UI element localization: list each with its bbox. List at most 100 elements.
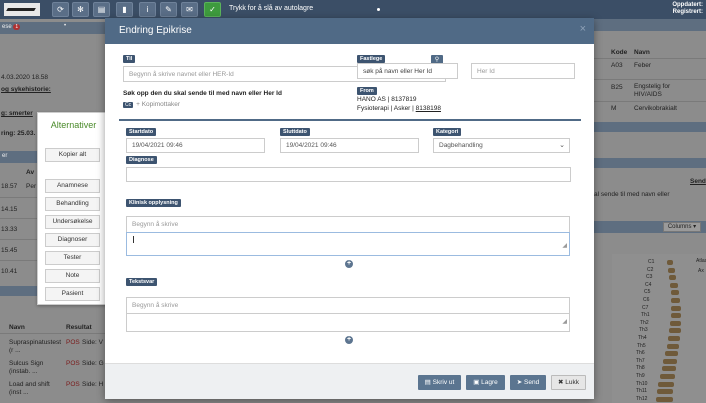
vertebra[interactable]: [663, 358, 678, 364]
mail-icon[interactable]: ✉: [181, 2, 198, 17]
autosave-toggle-label[interactable]: Trykk for å slå av autolagre: [229, 5, 313, 12]
from-line2: Fysioterapi | Asker | 8138198: [357, 105, 441, 112]
vertebra[interactable]: [659, 374, 675, 379]
alt-pasient-button[interactable]: Pasient: [45, 287, 100, 301]
resize-handle-icon[interactable]: ◢: [562, 239, 567, 254]
cc-row: Cc + Kopimottaker: [123, 101, 180, 108]
vertebra[interactable]: [657, 389, 674, 395]
vertebra[interactable]: [656, 396, 673, 402]
save-button[interactable]: ▣ Lagre: [466, 375, 505, 390]
bg-divider: [0, 333, 105, 334]
add-tekstsvar-icon[interactable]: +: [345, 336, 353, 344]
from-label: From: [357, 87, 377, 95]
alt-behandling-button[interactable]: Behandling: [45, 197, 100, 211]
spine-label: Th7: [636, 357, 645, 364]
updated-label: Oppdatert:: [672, 2, 703, 8]
vertebra[interactable]: [668, 336, 681, 341]
diag-name: Feber: [634, 62, 651, 69]
spine-label: Th1: [641, 312, 650, 319]
vertebra[interactable]: [664, 351, 679, 357]
bg-row-time: 13.33: [1, 226, 18, 233]
startdato-input[interactable]: 19/04/2021 09:46: [126, 138, 265, 153]
diagnose-input[interactable]: [126, 167, 571, 182]
bg-history-link[interactable]: og sykehistorie:: [1, 86, 51, 93]
print-button[interactable]: ▤ Skriv ut: [418, 375, 461, 390]
vertebra[interactable]: [658, 381, 674, 387]
alt-diagnoser-button[interactable]: Diagnoser: [45, 233, 100, 247]
right-sub-header: [594, 122, 706, 132]
diag-col-name: Navn: [634, 49, 650, 56]
close-x-icon: ✖: [558, 379, 564, 386]
document-icon[interactable]: ▮: [116, 2, 133, 17]
klinisk-label: Klinisk opplysning: [126, 199, 181, 207]
search-hint: Søk opp den du skal sende til med navn e…: [123, 90, 282, 97]
spine-right-label: Atlas: [696, 258, 706, 264]
alt-undersokelse-button[interactable]: Undersøkelse: [45, 215, 100, 229]
send-button-label: Send: [524, 379, 540, 386]
close-icon[interactable]: ×: [580, 23, 586, 35]
klinisk-search-input[interactable]: Begynn å skrive: [126, 216, 570, 233]
send-label[interactable]: Send: [690, 178, 706, 185]
send-button[interactable]: ➤ Send: [510, 375, 546, 390]
from-her-link[interactable]: 8138198: [416, 105, 441, 112]
refresh-icon[interactable]: ⟳: [52, 2, 69, 17]
test-name: Sulcus Sign (instab. ...: [9, 360, 44, 375]
send-header: [594, 158, 706, 168]
add-cc-link[interactable]: + Kopimottaker: [136, 101, 180, 108]
close-button[interactable]: ✖ Lukk: [551, 375, 586, 390]
add-klinisk-icon[interactable]: +: [345, 260, 353, 268]
klinisk-textarea[interactable]: ◢: [126, 232, 570, 256]
spine-label: C5: [644, 289, 651, 296]
diag-name: Cervikobrakialt: [634, 105, 677, 112]
edit-icon[interactable]: ✎: [160, 2, 177, 17]
close-button-label: Lukk: [565, 379, 579, 386]
vertebra[interactable]: [670, 320, 682, 326]
vertebra[interactable]: [671, 298, 681, 303]
save-button-label: Lagre: [481, 379, 498, 386]
resize-handle-icon[interactable]: ◢: [562, 315, 567, 330]
vertebra[interactable]: [670, 290, 680, 296]
autosave-check-icon[interactable]: ✓: [204, 2, 221, 17]
from-dept: Fysioterapi | Asker: [357, 105, 411, 112]
vertebra[interactable]: [670, 313, 682, 319]
spine-label: Th9: [636, 373, 645, 379]
vertebra[interactable]: [670, 282, 678, 288]
from-line1: HANO AS | 8137819: [357, 96, 417, 103]
spine-label: Th2: [640, 319, 649, 326]
bg-divider: [594, 101, 706, 102]
bg-row-time: 10.41: [1, 268, 18, 275]
test-side: Side: H: [82, 381, 104, 388]
alternatives-popup: Alternativer Kopier alt Anamnese Behandl…: [37, 112, 110, 305]
fastlege-input[interactable]: søk på navn eller Her Id: [357, 63, 458, 79]
settings-icon[interactable]: ✻: [72, 2, 89, 17]
vertebra[interactable]: [669, 328, 681, 334]
her-id-input[interactable]: Her Id: [471, 63, 575, 79]
info-icon[interactable]: i: [139, 2, 156, 17]
kategori-label: Kategori: [433, 128, 462, 136]
columns-button[interactable]: Columns ▾: [663, 222, 701, 232]
sluttdato-input[interactable]: 19/04/2021 09:46: [280, 138, 419, 153]
modal-title: Endring Epikrise: [119, 25, 192, 36]
diag-code: B25: [611, 84, 623, 91]
status-dot: [377, 8, 380, 11]
vertebra[interactable]: [666, 343, 680, 349]
vertebra[interactable]: [667, 260, 673, 265]
kategori-select[interactable]: Dagbehandling ⌄: [433, 138, 570, 153]
tekstsvar-textarea[interactable]: ◢: [126, 313, 570, 332]
vertebra[interactable]: [669, 275, 677, 281]
vertebra[interactable]: [671, 305, 681, 311]
alt-anamnese-button[interactable]: Anamnese: [45, 179, 100, 193]
spine-label: C2: [647, 266, 654, 273]
section-separator: [119, 119, 581, 121]
alt-tester-button[interactable]: Tester: [45, 251, 100, 265]
right-panel-header: [594, 19, 706, 31]
alt-note-button[interactable]: Note: [45, 269, 100, 283]
copy-all-button[interactable]: Kopier alt: [45, 148, 100, 162]
vertebra[interactable]: [661, 366, 676, 372]
notification-badge: 1: [13, 24, 21, 30]
print-icon[interactable]: ▤: [93, 2, 110, 17]
vertebra[interactable]: [668, 267, 675, 273]
tekstsvar-search-input[interactable]: Begynn å skrive: [126, 297, 570, 314]
bg-date: 4.03.2020 18.58: [1, 74, 48, 81]
diag-col-code: Kode: [611, 49, 628, 56]
